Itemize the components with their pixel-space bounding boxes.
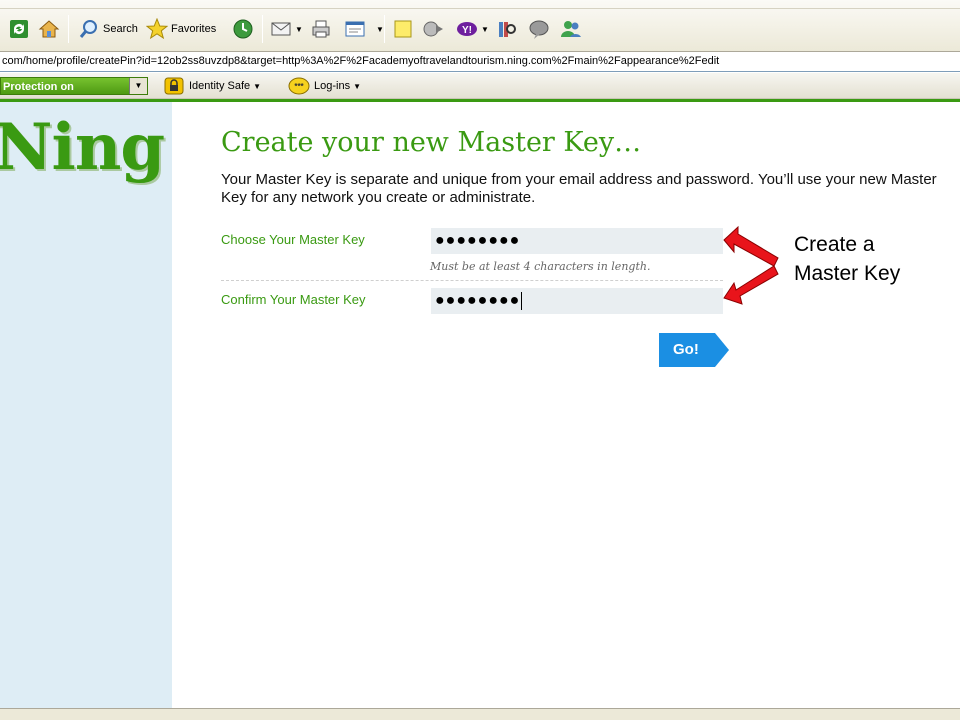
arrow-to-confirm-field xyxy=(723,265,779,305)
annotation-arrows xyxy=(723,225,779,305)
status-bar xyxy=(0,708,960,720)
annotation-text: Create a Master Key xyxy=(794,233,901,285)
arrow-to-choose-field xyxy=(723,225,779,267)
